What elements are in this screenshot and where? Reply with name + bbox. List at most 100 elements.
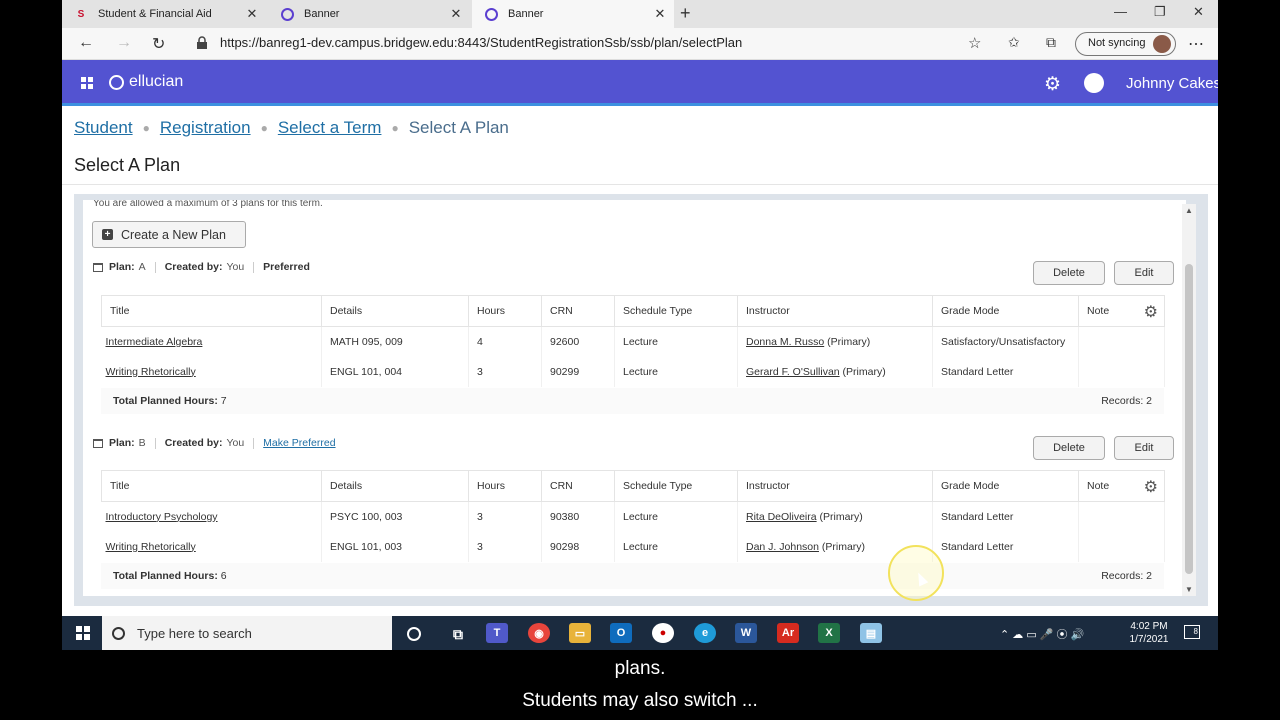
acrobat-icon[interactable]: Ar (777, 623, 799, 643)
browser-tab-student-aid[interactable]: S Student & Financial Aid ✕ (62, 0, 266, 28)
close-icon[interactable]: ✕ (448, 6, 464, 22)
browser-tab-banner-1[interactable]: Banner ✕ (268, 0, 470, 28)
cortana-icon[interactable] (407, 627, 421, 641)
create-plan-button[interactable]: + Create a New Plan (92, 221, 246, 248)
course-title-link[interactable]: Introductory Psychology (106, 511, 218, 523)
breadcrumb-registration[interactable]: Registration (160, 118, 251, 138)
table-row: Introductory Psychology PSYC 100, 003 3 … (101, 501, 1165, 532)
breadcrumb-student[interactable]: Student (74, 118, 133, 138)
minimize-icon[interactable]: — (1114, 4, 1127, 19)
sync-label: Not syncing (1088, 37, 1146, 49)
windows-start-icon[interactable] (76, 626, 90, 640)
close-icon[interactable]: ✕ (652, 6, 668, 22)
ellucian-logo-icon (109, 74, 124, 90)
plan-value: A (138, 261, 146, 273)
scroll-thumb[interactable] (1185, 264, 1193, 574)
preferred-status: Preferred (263, 261, 310, 273)
schedule-cell: Lecture (614, 531, 738, 562)
sync-status-button[interactable]: Not syncing (1075, 32, 1177, 56)
scroll-up-icon[interactable]: ▲ (1185, 206, 1193, 215)
edit-plan-a-button[interactable]: Edit (1114, 261, 1174, 285)
created-label: Created by: (164, 261, 223, 273)
col-header-note[interactable]: Note ⚙ (1078, 295, 1165, 327)
instructor-link[interactable]: Donna M. Russo (746, 336, 824, 348)
close-window-icon[interactable]: ✕ (1193, 4, 1204, 20)
scroll-down-icon[interactable]: ▼ (1185, 585, 1193, 594)
outlook-icon[interactable]: O (610, 623, 632, 643)
forward-icon[interactable]: → (116, 34, 132, 52)
new-tab-icon[interactable]: + (680, 3, 691, 24)
favorite-star-icon[interactable]: ☆ (968, 34, 981, 52)
edit-plan-b-button[interactable]: Edit (1114, 436, 1174, 460)
instructor-link[interactable]: Gerard F. O'Sullivan (746, 366, 840, 378)
col-header-grade-mode[interactable]: Grade Mode (932, 470, 1079, 502)
course-title-link[interactable]: Intermediate Algebra (106, 336, 203, 348)
delete-plan-b-button[interactable]: Delete (1033, 436, 1105, 460)
col-header-grade-mode[interactable]: Grade Mode (932, 295, 1079, 327)
delete-plan-a-button[interactable]: Delete (1033, 261, 1105, 285)
col-header-schedule-type[interactable]: Schedule Type (614, 295, 738, 327)
records-count: Records: 2 (1101, 570, 1152, 582)
back-icon[interactable]: ← (78, 34, 94, 52)
course-title-link[interactable]: Writing Rhetorically (106, 366, 196, 378)
plan-a-table: Title Details Hours CRN Schedule Type In… (101, 295, 1165, 387)
col-header-hours[interactable]: Hours (468, 470, 542, 502)
clock-time: 4:02 PM (1130, 621, 1168, 632)
word-icon[interactable]: W (735, 623, 757, 643)
col-header-crn[interactable]: CRN (541, 295, 615, 327)
col-header-instructor[interactable]: Instructor (737, 295, 933, 327)
excel-icon[interactable]: X (818, 623, 840, 643)
task-view-icon[interactable]: ⧉ (447, 624, 469, 644)
chrome-icon[interactable]: ◉ (528, 623, 550, 643)
created-label: Created by: (164, 437, 223, 449)
browser-tab-banner-2[interactable]: Banner ✕ (472, 0, 674, 28)
settings-gear-icon[interactable]: ⚙ (1044, 73, 1061, 96)
restore-icon[interactable]: ❐ (1154, 4, 1166, 20)
edge-icon[interactable]: e (694, 623, 716, 643)
col-header-instructor[interactable]: Instructor (737, 470, 933, 502)
col-header-crn[interactable]: CRN (541, 470, 615, 502)
total-value: 6 (220, 570, 227, 582)
plan-b-header: Plan: B Created by: You Make Preferred (93, 437, 336, 449)
instructor-link[interactable]: Rita DeOliveira (746, 511, 817, 523)
close-icon[interactable]: ✕ (244, 6, 260, 22)
collections-icon[interactable]: ⧉ (1046, 34, 1056, 51)
clock-date: 1/7/2021 (1129, 634, 1169, 645)
col-header-details[interactable]: Details (321, 470, 469, 502)
refresh-icon[interactable]: ↻ (152, 34, 165, 54)
col-header-details[interactable]: Details (321, 295, 469, 327)
user-name[interactable]: Johnny Cakes (1126, 75, 1218, 92)
col-header-schedule-type[interactable]: Schedule Type (614, 470, 738, 502)
col-header-hours[interactable]: Hours (468, 295, 542, 327)
course-title-link[interactable]: Writing Rhetorically (106, 541, 196, 553)
notepad-icon[interactable]: ▤ (860, 623, 882, 643)
total-label: Total Planned Hours: (113, 570, 218, 582)
caption-line-2: Students may also switch ... (522, 690, 758, 711)
media-player-icon[interactable]: ● (652, 623, 674, 643)
breadcrumb-select-term[interactable]: Select a Term (278, 118, 382, 138)
teams-icon[interactable]: T (486, 623, 508, 643)
vertical-scrollbar[interactable]: ▲ ▼ (1182, 204, 1196, 596)
taskbar-search-box[interactable]: Type here to search (102, 616, 392, 650)
notification-center-icon[interactable]: 8 (1184, 625, 1200, 639)
page-title: Select A Plan (74, 155, 181, 175)
tab-title: Banner (508, 8, 544, 20)
col-header-title[interactable]: Title (101, 295, 322, 327)
tab-title: Banner (304, 8, 340, 20)
notification-count: 8 (1193, 627, 1198, 636)
col-header-note[interactable]: Note ⚙ (1078, 470, 1165, 502)
lock-icon (197, 36, 207, 49)
instructor-link[interactable]: Dan J. Johnson (746, 541, 819, 553)
taskbar-clock[interactable]: 4:02 PM 1/7/2021 (1124, 620, 1174, 646)
col-header-title[interactable]: Title (101, 470, 322, 502)
file-explorer-icon[interactable]: ▭ (569, 623, 591, 643)
more-menu-icon[interactable]: ⋯ (1188, 34, 1204, 54)
column-settings-gear-icon[interactable]: ⚙ (1144, 477, 1158, 497)
favorites-icon[interactable]: ✩ (1008, 34, 1020, 51)
column-settings-gear-icon[interactable]: ⚙ (1144, 302, 1158, 322)
url-field[interactable]: https://banreg1-dev.campus.bridgew.edu:8… (220, 35, 742, 50)
app-grid-icon[interactable] (81, 77, 93, 89)
user-icon[interactable] (1084, 73, 1104, 93)
system-tray-icons[interactable]: ⌃ ☁ ▭ 🎤 ⦿ 🔊 (1000, 626, 1084, 642)
make-preferred-link[interactable]: Make Preferred (263, 437, 335, 449)
